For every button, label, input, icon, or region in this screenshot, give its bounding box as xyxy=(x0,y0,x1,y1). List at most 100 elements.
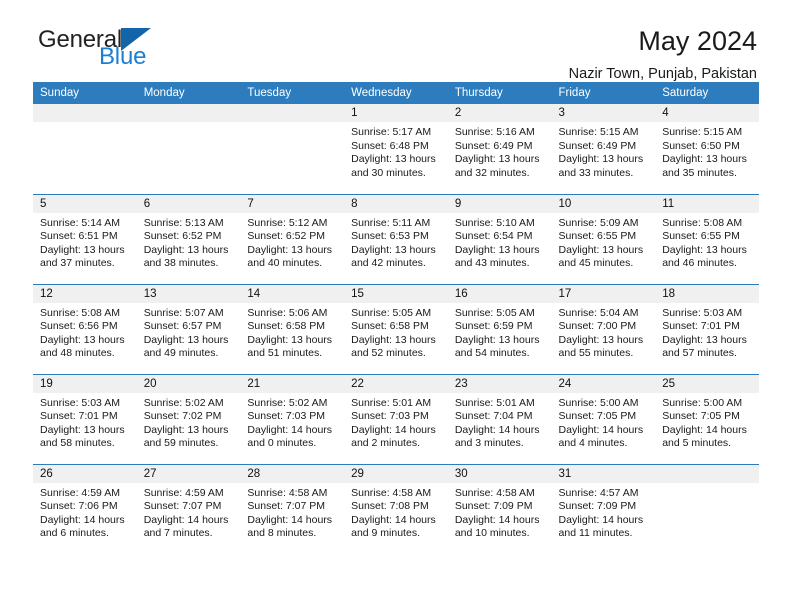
calendar-day-cell[interactable]: 17 Sunrise: 5:04 AM Sunset: 7:00 PM Dayligh… xyxy=(551,283,656,374)
day-number xyxy=(33,104,137,122)
calendar-day-cell[interactable]: 18 Sunrise: 5:03 AM Sunset: 7:01 PM Dayligh… xyxy=(655,283,759,374)
calendar-day-cell[interactable]: 7 Sunrise: 5:12 AM Sunset: 6:52 PM Daylight… xyxy=(240,193,345,284)
day-details: Sunrise: 5:11 AM Sunset: 6:53 PM Daylight:… xyxy=(344,213,448,271)
day-number: 31 xyxy=(551,464,656,483)
calendar-day-cell[interactable]: 10 Sunrise: 5:09 AM Sunset: 6:55 PM Dayligh… xyxy=(551,193,656,284)
daylight-text-line2: and 37 minutes. xyxy=(40,257,115,270)
day-details: Sunrise: 5:01 AM Sunset: 7:04 PM Daylight:… xyxy=(448,393,552,451)
sunrise-text: Sunrise: 5:02 AM xyxy=(247,396,328,409)
sunset-text: Sunset: 7:03 PM xyxy=(247,410,326,423)
weekday-header-wednesday: Wednesday xyxy=(344,82,448,104)
daylight-text-line1: Daylight: 14 hours xyxy=(40,513,125,526)
calendar-day-cell[interactable]: 2 Sunrise: 5:16 AM Sunset: 6:49 PM Daylight… xyxy=(447,104,552,194)
calendar-day-cell[interactable]: 28 Sunrise: 4:58 AM Sunset: 7:07 PM Dayligh… xyxy=(240,463,345,554)
sunrise-text: Sunrise: 5:13 AM xyxy=(143,216,224,229)
sunrise-text: Sunrise: 5:11 AM xyxy=(351,216,431,229)
daylight-text-line1: Daylight: 14 hours xyxy=(247,513,333,526)
daylight-text-line1: Daylight: 13 hours xyxy=(662,243,747,256)
sunset-text: Sunset: 6:49 PM xyxy=(558,139,637,152)
calendar-day-cell[interactable]: 6 Sunrise: 5:13 AM Sunset: 6:52 PM Daylight… xyxy=(136,193,241,284)
daylight-text-line2: and 33 minutes. xyxy=(558,166,634,179)
sunset-text: Sunset: 7:04 PM xyxy=(454,410,533,423)
day-details: Sunrise: 5:02 AM Sunset: 7:02 PM Daylight:… xyxy=(137,393,241,451)
calendar-day-cell[interactable]: 31 Sunrise: 4:57 AM Sunset: 7:09 PM Dayligh… xyxy=(551,463,656,554)
day-details: Sunrise: 5:01 AM Sunset: 7:03 PM Daylight:… xyxy=(344,393,448,451)
daylight-text-line1: Daylight: 13 hours xyxy=(662,153,747,166)
calendar-day-cell[interactable]: 1 Sunrise: 5:17 AM Sunset: 6:48 PM Daylight… xyxy=(344,104,448,194)
calendar-day-cell[interactable]: 5 Sunrise: 5:14 AM Sunset: 6:51 PM Daylight… xyxy=(33,193,137,284)
sunset-text: Sunset: 6:54 PM xyxy=(454,230,533,243)
daylight-text-line1: Daylight: 13 hours xyxy=(558,243,644,256)
sunrise-text: Sunrise: 5:06 AM xyxy=(247,306,328,319)
calendar-day-cell[interactable]: 14 Sunrise: 5:06 AM Sunset: 6:58 PM Dayligh… xyxy=(240,283,345,374)
day-number: 26 xyxy=(33,464,137,483)
calendar-day-cell[interactable]: 9 Sunrise: 5:10 AM Sunset: 6:54 PM Daylight… xyxy=(447,193,552,284)
daylight-text-line1: Daylight: 14 hours xyxy=(143,513,229,526)
sunset-text: Sunset: 7:06 PM xyxy=(40,500,118,513)
day-number xyxy=(240,104,345,122)
sunrise-text: Sunrise: 5:15 AM xyxy=(662,126,743,138)
day-details: Sunrise: 5:13 AM Sunset: 6:52 PM Daylight:… xyxy=(137,213,241,271)
daylight-text-line1: Daylight: 13 hours xyxy=(351,333,436,346)
day-details: Sunrise: 5:14 AM Sunset: 6:51 PM Daylight:… xyxy=(33,213,137,271)
weekday-header-thursday: Thursday xyxy=(447,82,552,104)
calendar-day-cell[interactable]: 25 Sunrise: 5:00 AM Sunset: 7:05 PM Dayligh… xyxy=(655,373,759,464)
calendar-day-cell[interactable]: 26 Sunrise: 4:59 AM Sunset: 7:06 PM Dayligh… xyxy=(33,463,137,554)
calendar-day-cell[interactable]: 29 Sunrise: 4:58 AM Sunset: 7:08 PM Dayligh… xyxy=(344,463,448,554)
calendar-day-cell[interactable]: 19 Sunrise: 5:03 AM Sunset: 7:01 PM Dayligh… xyxy=(33,373,137,464)
daylight-text-line1: Daylight: 14 hours xyxy=(558,423,644,436)
daylight-text-line2: and 51 minutes. xyxy=(247,347,323,360)
day-details: Sunrise: 5:15 AM Sunset: 6:49 PM Daylight:… xyxy=(552,122,656,180)
weekday-header-monday: Monday xyxy=(136,82,241,104)
sunrise-text: Sunrise: 5:15 AM xyxy=(558,126,639,138)
sunset-text: Sunset: 7:01 PM xyxy=(662,320,740,333)
calendar-day-cell[interactable]: 30 Sunrise: 4:58 AM Sunset: 7:09 PM Dayligh… xyxy=(447,463,552,554)
sunset-text: Sunset: 6:49 PM xyxy=(454,139,533,152)
daylight-text-line2: and 54 minutes. xyxy=(454,347,530,360)
sunrise-text: Sunrise: 5:16 AM xyxy=(454,126,535,138)
calendar-day-cell[interactable]: 8 Sunrise: 5:11 AM Sunset: 6:53 PM Daylight… xyxy=(344,193,448,284)
day-number: 16 xyxy=(447,284,552,303)
daylight-text-line2: and 55 minutes. xyxy=(558,347,634,360)
day-details: Sunrise: 5:10 AM Sunset: 6:54 PM Daylight:… xyxy=(448,213,552,271)
day-number: 9 xyxy=(447,194,552,213)
calendar-day-cell[interactable]: 16 Sunrise: 5:05 AM Sunset: 6:59 PM Dayligh… xyxy=(447,283,552,374)
calendar-day-cell[interactable]: 12 Sunrise: 5:08 AM Sunset: 6:56 PM Dayligh… xyxy=(33,283,137,374)
calendar-day-cell[interactable]: 4 Sunrise: 5:15 AM Sunset: 6:50 PM Daylight… xyxy=(655,104,759,194)
daylight-text-line2: and 35 minutes. xyxy=(662,166,737,179)
calendar-day-cell[interactable]: 23 Sunrise: 5:01 AM Sunset: 7:04 PM Dayligh… xyxy=(447,373,552,464)
calendar-day-cell[interactable]: 21 Sunrise: 5:02 AM Sunset: 7:03 PM Dayligh… xyxy=(240,373,345,464)
daylight-text-line1: Daylight: 14 hours xyxy=(662,423,747,436)
sunset-text: Sunset: 6:59 PM xyxy=(454,320,533,333)
calendar-day-cell[interactable]: 27 Sunrise: 4:59 AM Sunset: 7:07 PM Dayligh… xyxy=(136,463,241,554)
daylight-text-line1: Daylight: 14 hours xyxy=(454,513,540,526)
calendar-day-cell[interactable]: 24 Sunrise: 5:00 AM Sunset: 7:05 PM Dayligh… xyxy=(551,373,656,464)
calendar-week-row: 12 Sunrise: 5:08 AM Sunset: 6:56 PM Dayligh… xyxy=(33,283,759,374)
day-number: 7 xyxy=(240,194,345,213)
calendar-week-row: 5 Sunrise: 5:14 AM Sunset: 6:51 PM Daylight… xyxy=(33,193,759,284)
calendar-day-cell[interactable]: 13 Sunrise: 5:07 AM Sunset: 6:57 PM Dayligh… xyxy=(136,283,241,374)
day-number: 4 xyxy=(655,104,759,122)
day-details: Sunrise: 5:08 AM Sunset: 6:55 PM Daylight:… xyxy=(655,213,759,271)
daylight-text-line1: Daylight: 14 hours xyxy=(454,423,540,436)
sunset-text: Sunset: 6:52 PM xyxy=(247,230,326,243)
sunrise-text: Sunrise: 4:58 AM xyxy=(247,486,328,499)
sunset-text: Sunset: 6:58 PM xyxy=(247,320,326,333)
sunset-text: Sunset: 7:08 PM xyxy=(351,500,429,513)
daylight-text-line1: Daylight: 13 hours xyxy=(454,153,540,166)
day-number: 17 xyxy=(551,284,656,303)
calendar-week-row: 1 Sunrise: 5:17 AM Sunset: 6:48 PM Daylight… xyxy=(33,104,759,194)
sunset-text: Sunset: 6:55 PM xyxy=(662,230,740,243)
day-details: Sunrise: 5:07 AM Sunset: 6:57 PM Daylight:… xyxy=(137,303,241,361)
sunrise-text: Sunrise: 5:17 AM xyxy=(351,126,432,138)
sunrise-text: Sunrise: 5:04 AM xyxy=(558,306,639,319)
calendar-day-cell[interactable]: 22 Sunrise: 5:01 AM Sunset: 7:03 PM Dayligh… xyxy=(344,373,448,464)
calendar-day-cell[interactable]: 20 Sunrise: 5:02 AM Sunset: 7:02 PM Dayligh… xyxy=(136,373,241,464)
sunset-text: Sunset: 7:09 PM xyxy=(558,500,637,513)
daylight-text-line1: Daylight: 13 hours xyxy=(351,153,436,166)
day-number: 25 xyxy=(655,374,759,393)
calendar-day-cell[interactable]: 3 Sunrise: 5:15 AM Sunset: 6:49 PM Daylight… xyxy=(551,104,656,194)
sunrise-text: Sunrise: 4:59 AM xyxy=(40,486,120,499)
calendar-day-cell[interactable]: 15 Sunrise: 5:05 AM Sunset: 6:58 PM Dayligh… xyxy=(344,283,448,374)
calendar-day-cell[interactable]: 11 Sunrise: 5:08 AM Sunset: 6:55 PM Dayligh… xyxy=(655,193,759,284)
